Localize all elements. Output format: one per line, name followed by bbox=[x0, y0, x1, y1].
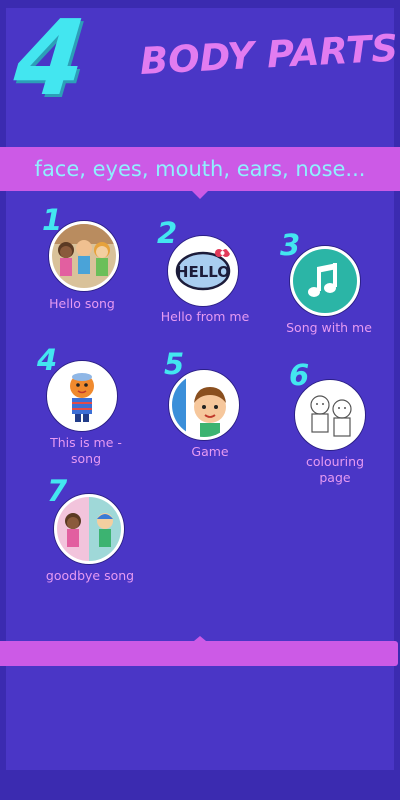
unit-number: 4 bbox=[9, 0, 91, 119]
coloring-sketch-icon bbox=[298, 383, 362, 447]
item-number: 5 bbox=[164, 347, 185, 381]
boy-face-icon bbox=[172, 373, 236, 437]
children-goodbye-icon bbox=[57, 497, 121, 561]
character-icon bbox=[50, 364, 114, 428]
topic-banner: face, eyes, mouth, ears, nose... bbox=[0, 147, 400, 191]
item-number: 4 bbox=[37, 343, 58, 377]
goodbye-song-thumbnail[interactable] bbox=[54, 494, 124, 564]
item-label[interactable]: Hello song bbox=[22, 296, 142, 312]
item-label[interactable]: goodbye song bbox=[30, 568, 150, 584]
item-number: 7 bbox=[47, 474, 68, 508]
bottom-bar bbox=[0, 641, 398, 666]
item-number: 3 bbox=[280, 228, 301, 262]
topic-banner-text: face, eyes, mouth, ears, nose... bbox=[34, 157, 366, 181]
item-number: 2 bbox=[157, 216, 178, 250]
children-waving-icon bbox=[52, 224, 116, 288]
item-label[interactable]: Game bbox=[150, 444, 270, 460]
game-thumbnail[interactable] bbox=[169, 370, 239, 440]
item-label[interactable]: colouring page bbox=[275, 454, 395, 486]
item-label[interactable]: Song with me bbox=[269, 320, 389, 336]
hello-from-me-thumbnail[interactable]: HELLO bbox=[168, 236, 238, 306]
hello-bubble-icon: HELLO bbox=[171, 239, 235, 303]
colouring-page-thumbnail[interactable] bbox=[295, 380, 365, 450]
item-number: 6 bbox=[289, 358, 310, 392]
music-note-icon bbox=[293, 249, 357, 313]
item-label[interactable]: Hello from me bbox=[145, 309, 265, 325]
svg-text:HELLO: HELLO bbox=[176, 263, 230, 281]
item-label[interactable]: This is me - song bbox=[26, 435, 146, 467]
banner-pointer bbox=[192, 191, 208, 199]
song-with-me-thumbnail[interactable] bbox=[290, 246, 360, 316]
this-is-me-thumbnail[interactable] bbox=[47, 361, 117, 431]
hello-song-thumbnail[interactable] bbox=[49, 221, 119, 291]
